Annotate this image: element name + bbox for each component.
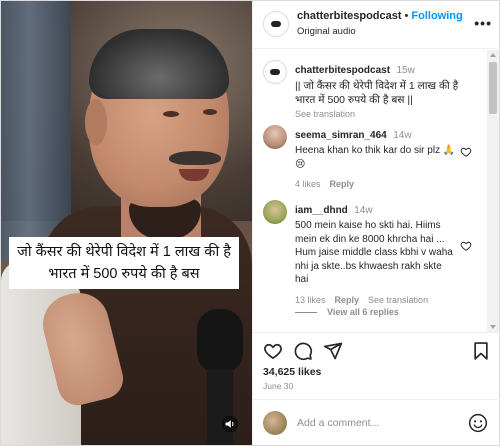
caption-header: chatterbitespodcast 15w (295, 60, 480, 78)
comment-meta: 13 likes Reply See translation (295, 295, 457, 305)
current-user-avatar (263, 411, 287, 435)
comment-time[interactable]: 14w (354, 205, 372, 216)
scroll-up-arrow-icon[interactable] (490, 53, 496, 57)
following-button[interactable]: Following (411, 10, 462, 22)
caption-time[interactable]: 15w (396, 65, 414, 76)
comment-header: iam__dhnd 14w (295, 200, 457, 218)
scrollbar-thumb[interactable] (489, 62, 497, 114)
caption-avatar[interactable] (263, 60, 287, 84)
profile-avatar[interactable] (263, 11, 289, 37)
caption-username[interactable]: chatterbitespodcast (295, 65, 390, 76)
original-audio-link[interactable]: Original audio (297, 26, 356, 37)
commenter-avatar[interactable] (263, 200, 287, 224)
commenter-avatar[interactable] (263, 125, 287, 149)
comment-time[interactable]: 14w (393, 130, 411, 141)
header-user-line: chatterbitespodcast • Following (297, 10, 463, 22)
comment-meta: 4 likes Reply (295, 179, 457, 189)
comment-body: iam__dhnd 14w 500 mein kaise ho skti hai… (295, 200, 457, 305)
microphone-arm (207, 369, 233, 445)
view-all-replies-button[interactable]: View all 6 replies (295, 307, 399, 317)
reel-video[interactable]: जो कैंसर की थेरेपी विदेश में 1 लाख की है… (1, 1, 252, 445)
comment-header: seema_simran_464 14w (295, 125, 457, 143)
like-heart-icon[interactable] (263, 341, 283, 361)
add-comment-bar (253, 399, 500, 445)
comment-likes[interactable]: 13 likes (295, 295, 326, 305)
caption-see-translation[interactable]: See translation (295, 109, 480, 119)
comments-list[interactable]: chatterbitespodcast 15w || जो कैंसर की थ… (253, 50, 488, 332)
video-caption-overlay: जो कैंसर की थेरेपी विदेश में 1 लाख की है… (9, 237, 239, 289)
speaker-hair (89, 29, 229, 99)
speaker-mustache (169, 151, 221, 165)
brand-logo-icon (270, 69, 280, 75)
post-header: chatterbitespodcast • Following Original a… (253, 1, 500, 49)
volume-icon[interactable] (221, 415, 239, 433)
post-side-panel: chatterbitespodcast • Following Original a… (252, 1, 500, 445)
comment-likes[interactable]: 4 likes (295, 179, 321, 189)
emoji-picker-icon[interactable] (468, 413, 488, 433)
comment-see-translation[interactable]: See translation (368, 295, 428, 305)
post-actions: 34,625 likes June 30 (253, 332, 500, 392)
replies-divider (295, 311, 317, 313)
comments-scrollbar[interactable] (487, 50, 499, 332)
comment-like-heart-icon[interactable] (460, 146, 472, 158)
more-options-button[interactable]: ••• (474, 15, 492, 31)
likes-count[interactable]: 34,625 likes (263, 366, 321, 378)
share-send-icon[interactable] (323, 341, 343, 361)
brand-logo-icon (271, 21, 281, 27)
save-bookmark-icon[interactable] (471, 341, 491, 361)
caption-body: chatterbitespodcast 15w || जो कैंसर की थ… (295, 60, 480, 119)
reply-button[interactable]: Reply (335, 295, 360, 305)
post-date[interactable]: June 30 (263, 381, 293, 391)
speaker-ear (85, 99, 107, 145)
reply-button[interactable]: Reply (330, 179, 355, 189)
comment-like-heart-icon[interactable] (460, 240, 472, 252)
comment-body: seema_simran_464 14w Heena khan ko thik … (295, 125, 457, 189)
speaker-eye-right (203, 109, 217, 115)
comment-bubble-icon[interactable] (293, 341, 313, 361)
comment-text: 500 mein kaise ho skti hai. Hiims mein e… (295, 220, 453, 285)
comment-username[interactable]: seema_simran_464 (295, 130, 387, 141)
microphone (197, 309, 243, 373)
add-comment-input[interactable] (297, 414, 457, 432)
view-all-replies-label: View all 6 replies (327, 307, 399, 317)
caption-text: || जो कैंसर की थेरेपी विदेश में 1 लाख की… (295, 80, 459, 106)
header-username[interactable]: chatterbitespodcast (297, 10, 402, 22)
comment-username[interactable]: iam__dhnd (295, 205, 348, 216)
comment-text: Heena khan ko thik kar do sir plz 🙏😢 (295, 145, 456, 170)
speaker-eye-left (163, 111, 179, 117)
header-separator: • (404, 10, 409, 22)
scroll-down-arrow-icon[interactable] (490, 325, 496, 329)
